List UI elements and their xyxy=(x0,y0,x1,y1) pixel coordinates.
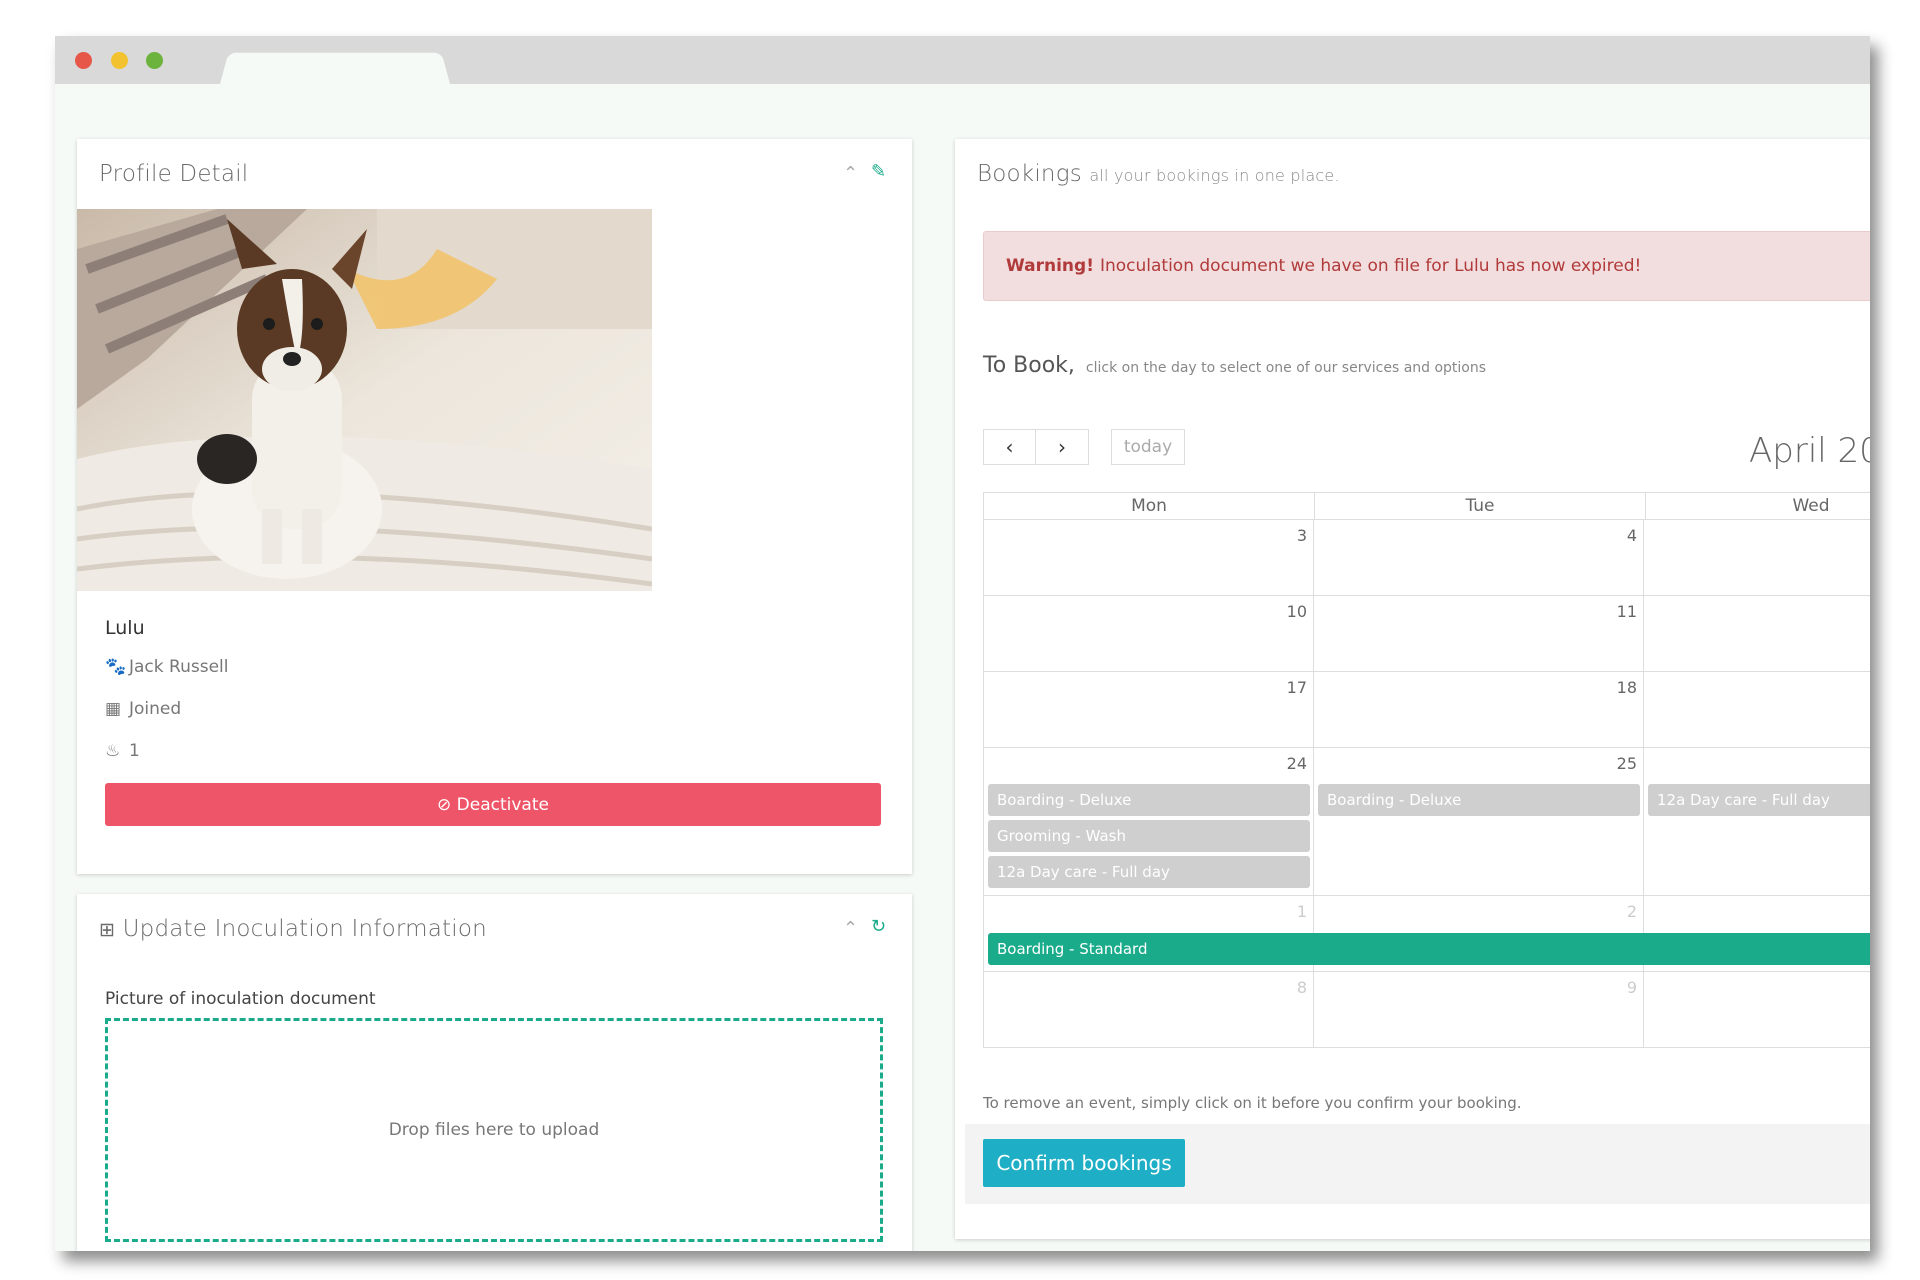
dropzone-text: Drop files here to upload xyxy=(388,1120,600,1140)
browser-window: Profile Detail ⌃ ✎ Lulu 🐾 Jack Russell ▦… xyxy=(55,36,1870,1251)
warning-strong: Warning! xyxy=(1006,256,1094,276)
calendar-day[interactable]: 25 xyxy=(1314,748,1644,895)
weekday-tue: Tue xyxy=(1315,493,1646,519)
weekday-wed: Wed xyxy=(1646,493,1870,519)
refresh-icon[interactable]: ↻ xyxy=(871,916,886,937)
calendar-event[interactable]: 12a Day care - Full day xyxy=(988,856,1310,888)
calendar-event[interactable]: Boarding - Deluxe xyxy=(1318,784,1640,816)
day-number: 17 xyxy=(1286,678,1307,697)
joined-row: ▦ Joined xyxy=(105,699,181,719)
age-value: 1 xyxy=(129,741,140,761)
calendar-day[interactable]: 11 xyxy=(1314,596,1644,671)
calendar-hint: To remove an event, simply click on it b… xyxy=(983,1094,1522,1112)
calendar-day[interactable]: 10 xyxy=(984,596,1314,671)
calendar-title: April 2018 xyxy=(1749,431,1870,471)
to-book-title: To Book, xyxy=(983,353,1075,378)
calendar-week: 3 4 xyxy=(983,520,1870,596)
calendar-day[interactable]: 18 xyxy=(1314,672,1644,747)
calendar-week: 17 18 xyxy=(983,672,1870,748)
breed-label: Jack Russell xyxy=(129,657,229,677)
day-number: 8 xyxy=(1296,978,1307,997)
page-content: Profile Detail ⌃ ✎ Lulu 🐾 Jack Russell ▦… xyxy=(55,84,1870,1251)
collapse-icon[interactable]: ⌃ xyxy=(843,918,858,939)
day-number: 3 xyxy=(1296,526,1307,545)
calendar-day[interactable] xyxy=(1644,748,1870,895)
bookings-subtitle: all your bookings in one place. xyxy=(1089,166,1340,185)
day-number: 2 xyxy=(1626,902,1637,921)
calendar-day[interactable]: 3 xyxy=(984,520,1314,595)
calendar-icon: ▦ xyxy=(105,699,122,719)
medical-kit-icon: ⊞ xyxy=(99,919,116,941)
close-window-button[interactable] xyxy=(75,52,92,69)
warning-text: Inoculation document we have on file for… xyxy=(1099,256,1642,276)
birthday-cake-icon: ♨ xyxy=(105,741,121,761)
age-row: ♨ 1 xyxy=(105,741,140,761)
day-number: 25 xyxy=(1616,754,1637,773)
inoculation-title-text: Update Inoculation Information xyxy=(122,916,487,942)
today-button[interactable]: today xyxy=(1111,429,1185,465)
calendar-grid: Mon Tue Wed 3 4 10 11 17 18 24 25 Boardi… xyxy=(983,492,1870,1048)
day-number: 1 xyxy=(1296,902,1307,921)
calendar-week: 1 2 Boarding - Standard xyxy=(983,896,1870,972)
calendar-day[interactable]: 9 xyxy=(1314,972,1644,1047)
inoculation-panel-title: ⊞ Update Inoculation Information xyxy=(99,916,487,942)
calendar-day[interactable] xyxy=(1644,972,1870,1047)
next-month-button[interactable]: › xyxy=(1036,429,1089,465)
calendar-header: Mon Tue Wed xyxy=(983,492,1870,520)
maximize-window-button[interactable] xyxy=(146,52,163,69)
pet-photo xyxy=(77,209,652,591)
day-number: 11 xyxy=(1616,602,1637,621)
calendar-day[interactable] xyxy=(1644,672,1870,747)
calendar-day[interactable]: 17 xyxy=(984,672,1314,747)
day-number: 4 xyxy=(1626,526,1637,545)
calendar-event[interactable]: Boarding - Standard xyxy=(988,933,1870,965)
bookings-title: Bookings xyxy=(977,161,1082,187)
calendar-event[interactable]: 12a Day care - Full day xyxy=(1648,784,1870,816)
browser-tab[interactable] xyxy=(220,52,450,84)
browser-titlebar xyxy=(55,36,1870,84)
calendar-week: 10 11 xyxy=(983,596,1870,672)
paw-icon: 🐾 xyxy=(105,657,127,677)
minimize-window-button[interactable] xyxy=(111,52,128,69)
weekday-mon: Mon xyxy=(984,493,1315,519)
bookings-panel: Bookings all your bookings in one place.… xyxy=(955,139,1870,1239)
pet-name: Lulu xyxy=(105,617,145,639)
deactivate-button[interactable]: ⊘ Deactivate xyxy=(105,783,881,826)
inoculation-panel: ⊞ Update Inoculation Information ⌃ ↻ Pic… xyxy=(77,894,912,1251)
calendar-event[interactable]: Boarding - Deluxe xyxy=(988,784,1310,816)
to-book-subtitle: click on the day to select one of our se… xyxy=(1085,360,1487,376)
profile-panel-title: Profile Detail xyxy=(99,161,249,187)
profile-panel: Profile Detail ⌃ ✎ Lulu 🐾 Jack Russell ▦… xyxy=(77,139,912,874)
calendar-week: 8 9 xyxy=(983,972,1870,1048)
calendar-week: 24 25 Boarding - Deluxe Grooming - Wash … xyxy=(983,748,1870,896)
calendar-day[interactable]: 8 xyxy=(984,972,1314,1047)
calendar-day[interactable]: 4 xyxy=(1314,520,1644,595)
picture-label: Picture of inoculation document xyxy=(105,989,376,1009)
to-book-heading: To Book, click on the day to select one … xyxy=(983,353,1486,378)
calendar-day[interactable] xyxy=(1644,520,1870,595)
day-number: 9 xyxy=(1626,978,1637,997)
edit-icon[interactable]: ✎ xyxy=(871,161,886,182)
day-number: 24 xyxy=(1286,754,1307,773)
bookings-panel-title: Bookings all your bookings in one place. xyxy=(977,161,1340,187)
calendar-day[interactable] xyxy=(1644,596,1870,671)
file-dropzone[interactable]: Drop files here to upload xyxy=(105,1018,883,1242)
breed-row: 🐾 Jack Russell xyxy=(105,657,228,677)
day-number: 18 xyxy=(1616,678,1637,697)
confirm-bookings-button[interactable]: Confirm bookings xyxy=(983,1139,1185,1187)
calendar-nav: ‹ › xyxy=(983,429,1089,465)
prev-month-button[interactable]: ‹ xyxy=(983,429,1036,465)
collapse-icon[interactable]: ⌃ xyxy=(843,163,858,184)
calendar-event[interactable]: Grooming - Wash xyxy=(988,820,1310,852)
day-number: 10 xyxy=(1286,602,1307,621)
joined-label: Joined xyxy=(129,699,182,719)
warning-alert: Warning! Inoculation document we have on… xyxy=(983,231,1870,301)
